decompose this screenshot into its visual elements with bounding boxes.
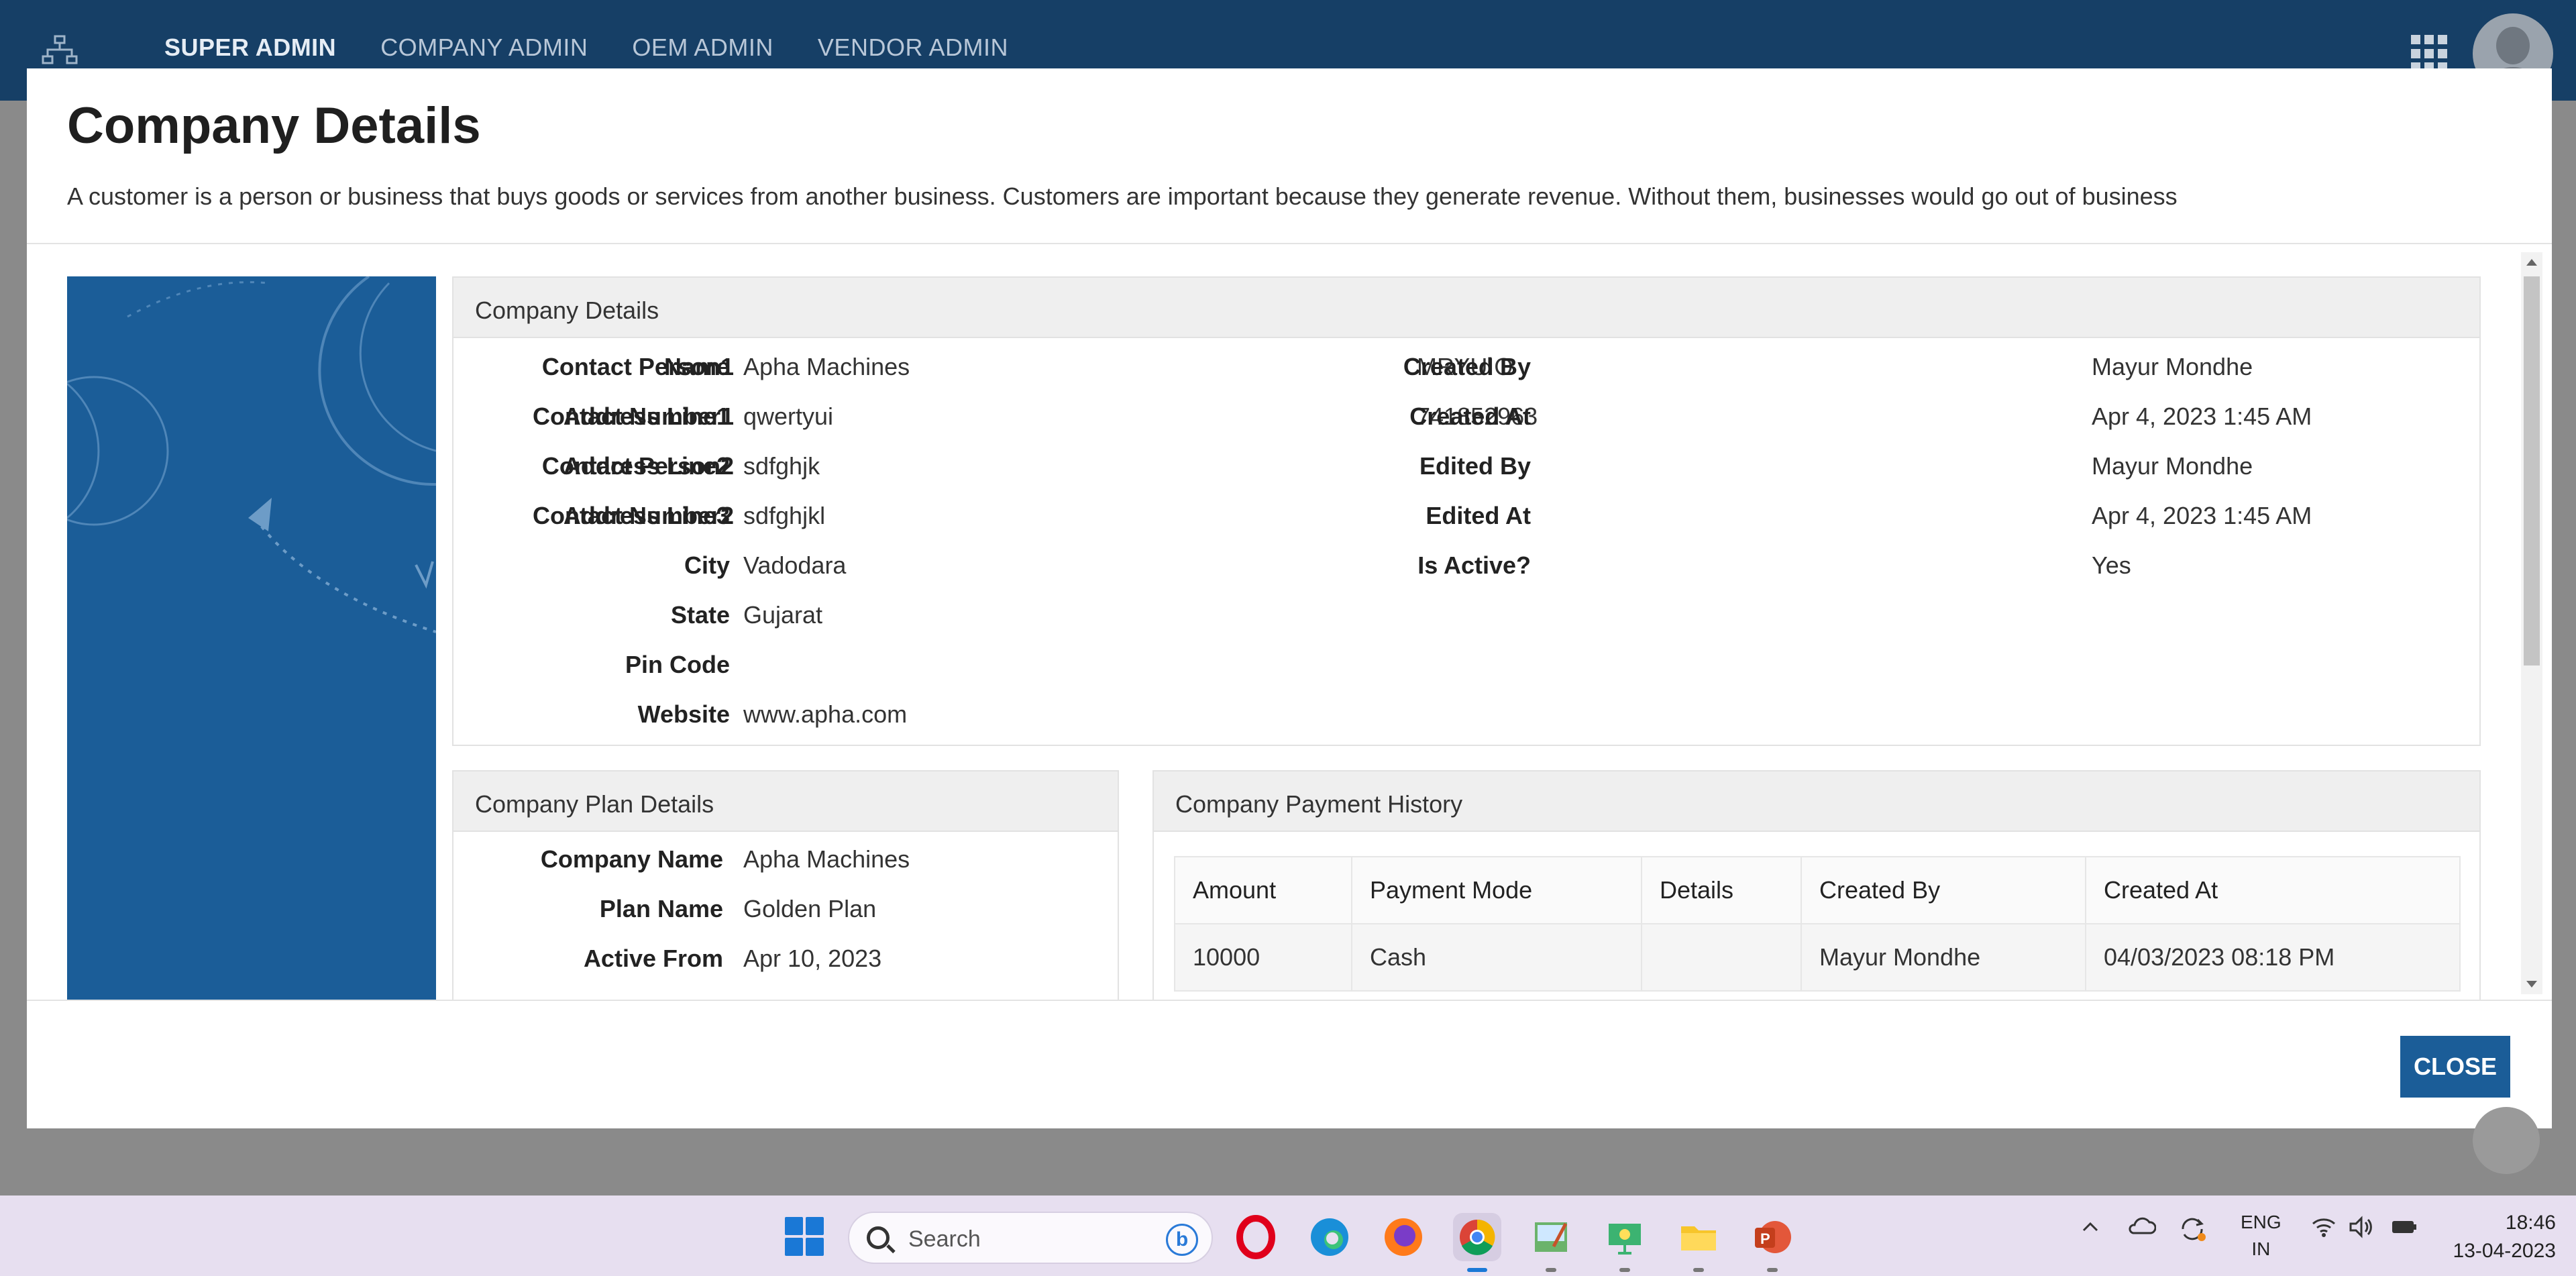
created-by-value: Mayur Mondhe [2092, 353, 2253, 380]
company-details-modal: Company Details A customer is a person o… [27, 68, 2552, 1128]
sitemap-icon[interactable] [42, 35, 78, 66]
admin-nav: SUPER ADMIN COMPANY ADMIN OEM ADMIN VEND… [164, 34, 1008, 62]
region-code: IN [2251, 1238, 2271, 1259]
scrollbar-thumb[interactable] [2524, 276, 2540, 666]
apps-grid-icon[interactable] [2411, 35, 2449, 72]
pin-code-label: Pin Code [625, 651, 730, 678]
clock-time: 18:46 [2505, 1212, 2556, 1234]
sync-icon[interactable] [2178, 1216, 2207, 1248]
scroll-up-icon[interactable] [2526, 259, 2537, 266]
battery-icon[interactable] [2390, 1216, 2419, 1242]
plan-details-card: Company Plan Details Company Name Apha Ma… [452, 770, 1119, 1000]
scroll-down-icon[interactable] [2526, 981, 2537, 988]
created-at-label: Created At [1409, 403, 1531, 430]
volume-icon[interactable] [2348, 1216, 2375, 1244]
modal-header: Company Details A customer is a person o… [27, 68, 2552, 244]
windows-start-icon[interactable] [785, 1217, 824, 1256]
payment-history-table: Amount Payment Mode Details Created By C… [1174, 856, 2461, 992]
decorative-side-panel [67, 276, 436, 1000]
created-by-label: Created By [1403, 353, 1531, 380]
modal-title: Company Details [67, 97, 481, 154]
edited-by-value: Mayur Mondhe [2092, 452, 2253, 480]
language-indicator[interactable]: ENG IN [2241, 1209, 2282, 1263]
company-details-heading: Company Details [453, 278, 2479, 338]
onedrive-cloud-icon[interactable] [2127, 1216, 2157, 1242]
payment-mode-cell: Cash [1351, 923, 1642, 992]
edge-icon[interactable] [1305, 1213, 1354, 1261]
bing-icon[interactable]: b [1166, 1224, 1198, 1256]
col-amount[interactable]: Amount [1174, 856, 1352, 924]
table-header-row: Amount Payment Mode Details Created By C… [1174, 856, 2461, 924]
details-cell [1641, 923, 1802, 992]
edited-at-label: Edited At [1426, 502, 1531, 529]
is-active-value: Yes [2092, 551, 2131, 579]
website-label: Website [637, 700, 730, 728]
is-active-label: Is Active? [1417, 551, 1531, 579]
taskbar-search[interactable]: Search b [848, 1212, 1213, 1264]
modal-body: Company Details Name Apha Machines Addres… [27, 246, 2552, 1000]
modal-footer: CLOSE [27, 1000, 2552, 1128]
created-at-value: Apr 4, 2023 1:45 AM [2092, 403, 2312, 430]
payment-history-heading: Company Payment History [1154, 772, 2479, 832]
amount-cell: 10000 [1174, 923, 1352, 992]
plan-details-heading: Company Plan Details [453, 772, 1118, 832]
company-details-card: Company Details Name Apha Machines Addres… [452, 276, 2481, 746]
nav-super-admin[interactable]: SUPER ADMIN [164, 34, 336, 62]
col-created-at[interactable]: Created At [2085, 856, 2461, 924]
nav-oem-admin[interactable]: OEM ADMIN [632, 34, 773, 62]
search-icon [867, 1226, 890, 1249]
active-from-value: Apr 10, 2023 [743, 945, 882, 972]
nav-company-admin[interactable]: COMPANY ADMIN [380, 34, 588, 62]
plan-company-name-value: Apha Machines [743, 845, 910, 873]
created-at-cell: 04/03/2023 08:18 PM [2085, 923, 2461, 992]
website-value: www.apha.com [743, 700, 908, 728]
language-code: ENG [2241, 1212, 2282, 1232]
col-created-by[interactable]: Created By [1801, 856, 2086, 924]
plan-name-label: Plan Name [599, 895, 723, 922]
plan-company-name-label: Company Name [540, 845, 723, 873]
image-editor-icon[interactable] [1527, 1213, 1575, 1272]
edited-at-value: Apr 4, 2023 1:45 AM [2092, 502, 2312, 529]
decorative-arcs-graphic [67, 276, 436, 633]
file-explorer-icon[interactable] [1674, 1213, 1723, 1272]
clock-date: 13-04-2023 [2453, 1240, 2556, 1262]
wifi-icon[interactable] [2310, 1216, 2337, 1244]
floating-action-button[interactable] [2473, 1107, 2540, 1174]
chrome-icon[interactable] [1453, 1213, 1501, 1272]
chevron-up-icon[interactable] [2080, 1216, 2101, 1242]
plan-name-value: Golden Plan [743, 895, 877, 922]
col-details[interactable]: Details [1641, 856, 1802, 924]
taskbar-clock[interactable]: 18:46 13-04-2023 [2442, 1209, 2556, 1265]
powerpoint-icon[interactable]: P [1748, 1213, 1796, 1272]
col-payment-mode[interactable]: Payment Mode [1351, 856, 1642, 924]
created-by-cell: Mayur Mondhe [1801, 923, 2086, 992]
taskbar-search-placeholder: Search [908, 1226, 981, 1252]
firefox-icon[interactable] [1379, 1213, 1428, 1261]
table-row: 10000 Cash Mayur Mondhe 04/03/2023 08:18… [1174, 923, 2461, 992]
modal-description: A customer is a person or business that … [67, 182, 2178, 210]
state-value: Gujarat [743, 601, 823, 629]
presentation-app-icon[interactable] [1601, 1213, 1649, 1272]
modal-body-scrollbar[interactable] [2521, 252, 2542, 994]
close-button[interactable]: CLOSE [2400, 1036, 2510, 1098]
active-from-label: Active From [583, 945, 723, 972]
nav-vendor-admin[interactable]: VENDOR ADMIN [818, 34, 1008, 62]
svg-text:P: P [1760, 1230, 1770, 1247]
state-label: State [670, 601, 730, 629]
edited-by-label: Edited By [1419, 452, 1531, 480]
opera-icon[interactable] [1232, 1213, 1280, 1261]
windows-taskbar: Search b P ENG IN 18:46 13-04-2023 [0, 1195, 2576, 1276]
payment-history-card: Company Payment History Amount Payment M… [1152, 770, 2481, 1000]
